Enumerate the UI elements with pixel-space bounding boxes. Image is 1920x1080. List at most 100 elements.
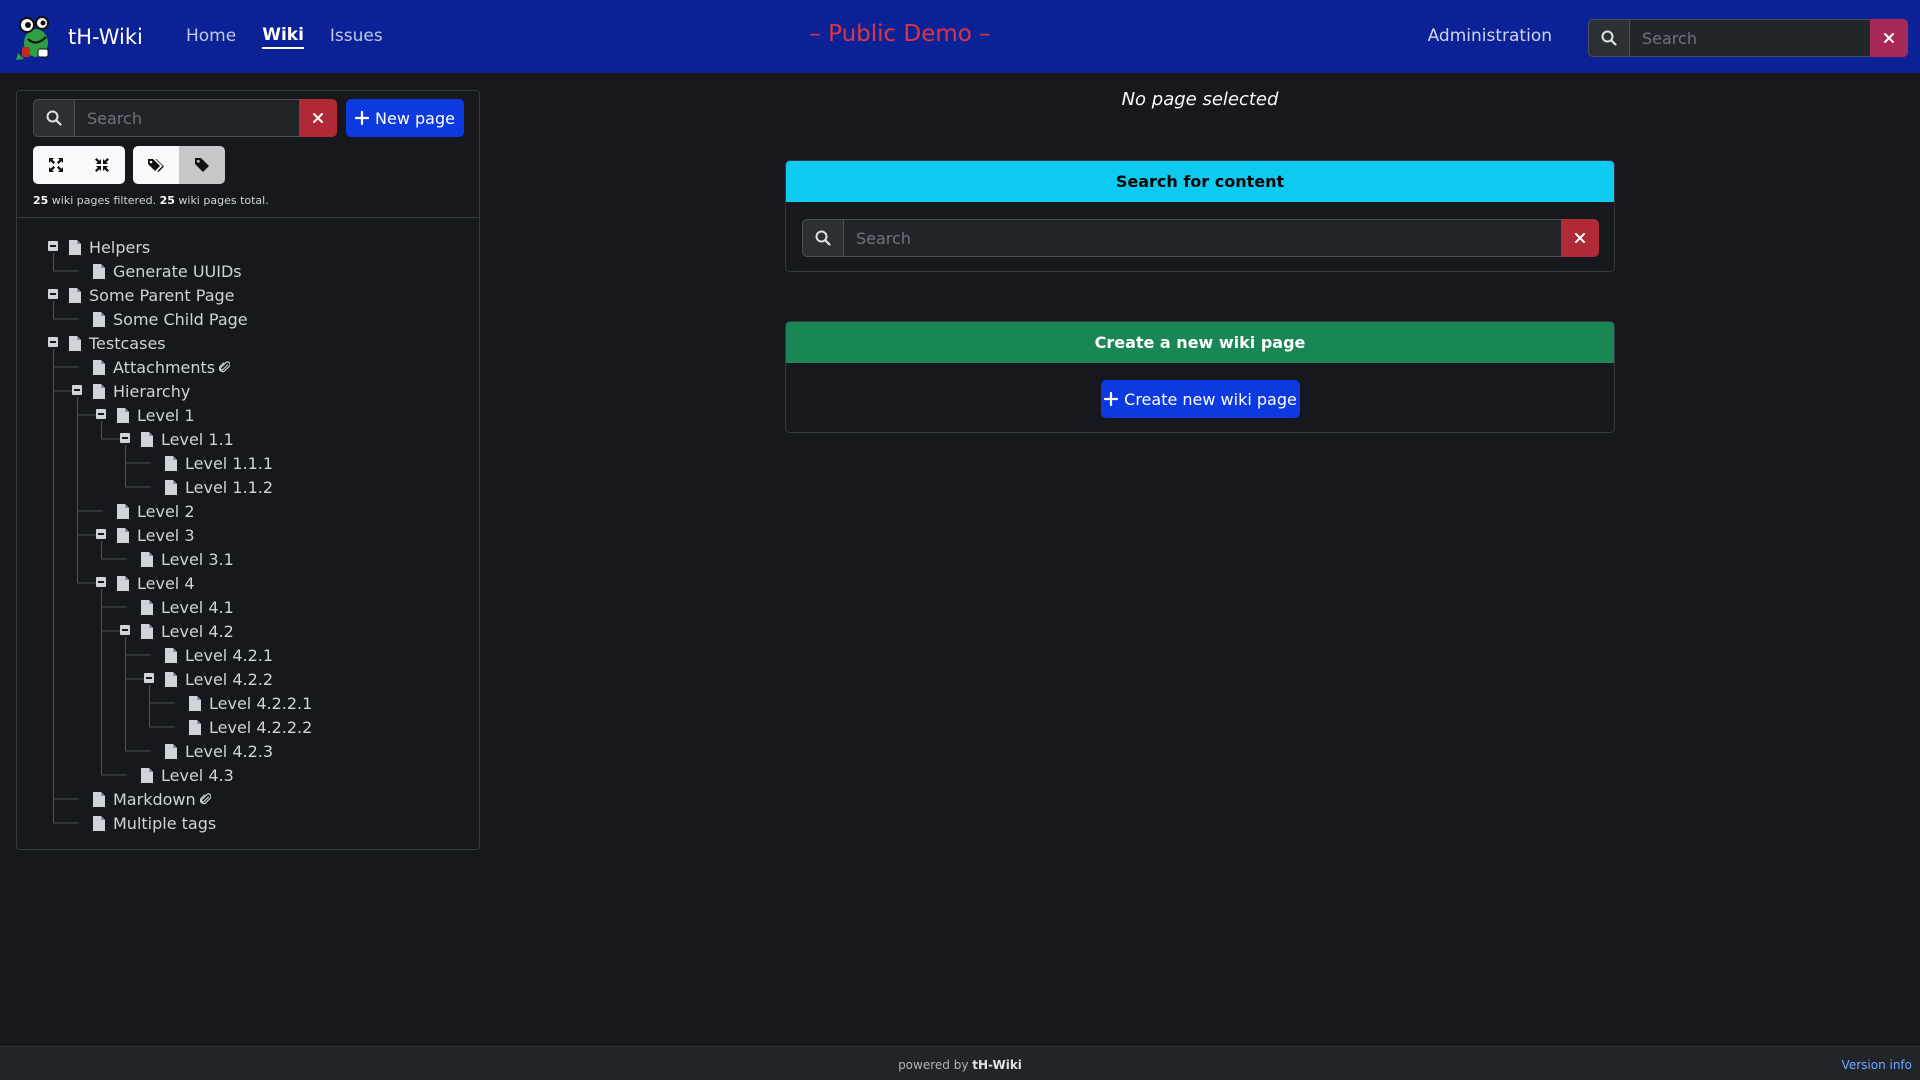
tree-item[interactable]: Level 4.2.3 <box>165 739 273 763</box>
tree-item[interactable]: Level 2 <box>117 499 195 523</box>
paperclip-icon <box>199 792 211 804</box>
tree-item[interactable]: Level 1.1 <box>141 427 234 451</box>
page-tree: Helpers Generate UUIDs Some Parent Page Som… <box>17 91 479 851</box>
wiki-sidebar: New page <box>16 90 480 850</box>
tree-item[interactable]: Level 1 <box>117 403 195 427</box>
tree-item[interactable]: Level 4.2.2.2 <box>189 715 312 739</box>
top-navbar: tH-Wiki Home Wiki Issues – Public Demo –… <box>0 0 1920 73</box>
file-icon <box>165 455 177 471</box>
tree-item[interactable]: Level 4.2.1 <box>165 643 273 667</box>
tree-item[interactable]: Level 4.3 <box>141 763 234 787</box>
tree-collapse-toggle[interactable] <box>96 409 106 419</box>
file-icon <box>69 335 81 351</box>
demo-title: – Public Demo – <box>809 21 991 47</box>
tree-item[interactable]: Level 1.1.1 <box>165 451 273 475</box>
tree-collapse-toggle[interactable] <box>120 625 130 635</box>
create-page-card: Create a new wiki page Create new wiki p… <box>785 321 1615 433</box>
powered-by-prefix: powered by <box>898 1058 973 1072</box>
search-icon <box>1588 19 1630 57</box>
file-icon <box>93 263 105 279</box>
file-icon <box>93 311 105 327</box>
content-search-group <box>802 219 1599 257</box>
file-icon <box>165 743 177 759</box>
tree-item[interactable]: Level 3.1 <box>141 547 234 571</box>
file-icon <box>93 383 105 399</box>
tree-item[interactable]: Level 4.2.2.1 <box>189 691 312 715</box>
file-icon <box>141 431 153 447</box>
tree-item[interactable]: Helpers <box>69 235 150 259</box>
tree-collapse-toggle[interactable] <box>48 241 58 251</box>
file-icon <box>141 767 153 783</box>
tree-item[interactable]: Level 3 <box>117 523 195 547</box>
tree-item[interactable]: Hierarchy <box>93 379 190 403</box>
content-search-clear-button[interactable] <box>1561 219 1599 257</box>
nav-link-issues[interactable]: Issues <box>330 26 383 48</box>
file-icon <box>117 575 129 591</box>
tree-item[interactable]: Level 1.1.2 <box>165 475 273 499</box>
create-new-page-button[interactable]: Create new wiki page <box>1101 380 1300 418</box>
close-icon <box>1884 33 1894 43</box>
content-search-input[interactable] <box>844 219 1561 257</box>
tree-collapse-toggle[interactable] <box>96 529 106 539</box>
file-icon <box>165 671 177 687</box>
tree-item[interactable]: Multiple tags <box>93 811 216 835</box>
create-new-page-label: Create new wiki page <box>1124 389 1297 409</box>
tree-collapse-toggle[interactable] <box>48 337 58 347</box>
search-card-title: Search for content <box>786 161 1614 202</box>
tree-item-label: Level 4.2.2.1 <box>209 693 313 713</box>
tree-item-label: Level 4.2 <box>161 621 234 641</box>
nav-link-administration[interactable]: Administration <box>1428 26 1552 46</box>
tree-item[interactable]: Level 4.2.2 <box>165 667 273 691</box>
close-icon <box>1575 233 1585 243</box>
file-icon <box>141 623 153 639</box>
tree-item[interactable]: Markdown <box>93 787 211 811</box>
tree-item-label: Level 1.1 <box>161 429 234 449</box>
brand-name: tH-Wiki <box>68 25 143 49</box>
tree-collapse-toggle[interactable] <box>48 289 58 299</box>
tree-item-label: Level 4.3 <box>161 765 234 785</box>
file-icon <box>165 479 177 495</box>
nav-link-wiki[interactable]: Wiki <box>262 25 304 49</box>
no-page-selected-text: No page selected <box>1121 89 1279 110</box>
file-icon <box>189 695 201 711</box>
tree-item-label: Testcases <box>89 333 166 353</box>
version-info-link[interactable]: Version info <box>1842 1058 1912 1072</box>
file-icon <box>93 815 105 831</box>
brand[interactable]: tH-Wiki <box>14 12 143 62</box>
tree-collapse-toggle[interactable] <box>96 577 106 587</box>
tree-item-label: Level 4.2.2 <box>185 669 274 689</box>
tree-item-label: Some Child Page <box>113 309 248 329</box>
create-card-title: Create a new wiki page <box>786 322 1614 363</box>
tree-item[interactable]: Generate UUIDs <box>93 259 242 283</box>
brand-logo-icon <box>16 16 49 60</box>
tree-item-label: Level 4.2.3 <box>185 741 274 761</box>
tree-item[interactable]: Level 4 <box>117 571 195 595</box>
plus-icon <box>1104 392 1119 406</box>
tree-item-label: Helpers <box>89 237 151 257</box>
tree-item[interactable]: Testcases <box>69 331 166 355</box>
file-icon <box>189 719 201 735</box>
tree-collapse-toggle[interactable] <box>144 673 154 683</box>
global-search-clear-button[interactable] <box>1870 19 1908 57</box>
file-icon <box>141 599 153 615</box>
tree-collapse-toggle[interactable] <box>72 385 82 395</box>
tree-item-label: Level 4 <box>137 573 195 593</box>
tree-item[interactable]: Level 4.2 <box>141 619 234 643</box>
tree-item[interactable]: Some Child Page <box>93 307 248 331</box>
file-icon <box>141 551 153 567</box>
file-icon <box>69 239 81 255</box>
tree-item-label: Level 4.1 <box>161 597 234 617</box>
tree-item[interactable]: Level 4.1 <box>141 595 234 619</box>
tree-item[interactable]: Some Parent Page <box>69 283 235 307</box>
tree-item-label: Some Parent Page <box>89 285 235 305</box>
tree-collapse-toggle[interactable] <box>120 433 130 443</box>
global-search-group <box>1588 19 1908 57</box>
powered-by-brand[interactable]: tH-Wiki <box>972 1058 1022 1072</box>
file-icon <box>93 791 105 807</box>
nav-link-home[interactable]: Home <box>186 26 236 48</box>
tree-item-label: Multiple tags <box>113 813 217 833</box>
tree-item[interactable]: Attachments <box>93 355 231 379</box>
footer: powered by tH-Wiki Version info <box>0 1046 1920 1080</box>
tree-item-label: Generate UUIDs <box>113 261 242 281</box>
global-search-input[interactable] <box>1630 19 1870 57</box>
